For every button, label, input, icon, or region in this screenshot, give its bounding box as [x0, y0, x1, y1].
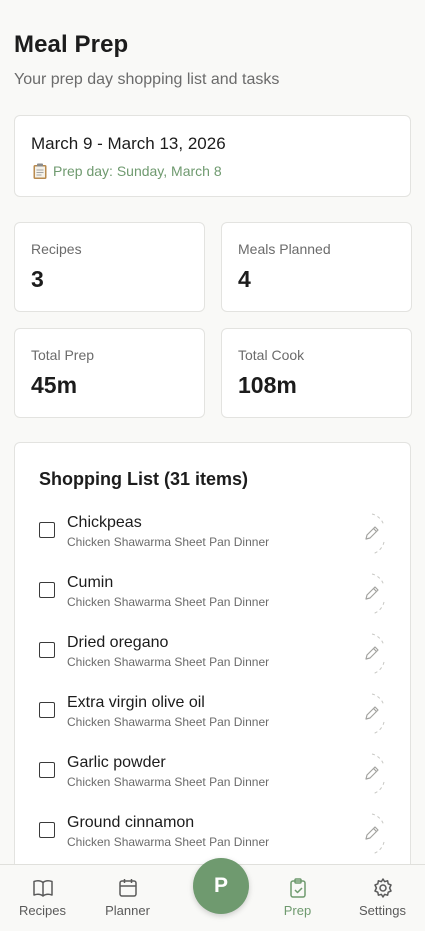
item-name: Ground cinnamon [67, 814, 195, 831]
stat-value: 3 [31, 266, 44, 292]
stat-label: Total Cook [238, 347, 305, 363]
pencil-icon[interactable] [358, 752, 386, 796]
page-subtitle: Your prep day shopping list and tasks [14, 71, 280, 88]
profile-fab-button[interactable]: P [193, 858, 249, 914]
week-card: March 9 - March 13, 2026 Prep day: Sunda… [14, 115, 411, 197]
item-checkbox[interactable] [39, 822, 55, 838]
stat-label: Meals Planned [238, 241, 331, 257]
nav-settings-label: Settings [359, 903, 406, 918]
item-text: Dried oregano Chicken Shawarma Sheet Pan… [67, 628, 269, 669]
pencil-icon[interactable] [358, 572, 386, 616]
shopping-list-title: Shopping List (31 items) [39, 469, 249, 489]
stat-value: 4 [238, 266, 251, 292]
book-icon [32, 877, 54, 899]
item-checkbox[interactable] [39, 582, 55, 598]
item-name: Dried oregano [67, 634, 169, 651]
stat-label: Total Prep [31, 347, 95, 363]
nav-prep[interactable]: Prep [255, 865, 340, 918]
item-text: Extra virgin olive oil Chicken Shawarma … [67, 688, 269, 729]
pencil-icon[interactable] [358, 632, 386, 676]
clipboard-check-icon [287, 877, 309, 899]
item-recipe: Chicken Shawarma Sheet Pan Dinner [67, 775, 270, 789]
nav-prep-label: Prep [283, 903, 312, 918]
list-item: Extra virgin olive oil Chicken Shawarma … [39, 688, 386, 748]
item-checkbox[interactable] [39, 522, 55, 538]
list-item: Garlic powder Chicken Shawarma Sheet Pan… [39, 748, 386, 808]
pencil-icon[interactable] [358, 812, 386, 856]
nav-planner-label: Planner [105, 903, 150, 918]
nav-settings[interactable]: Settings [340, 865, 425, 918]
item-text: Ground cinnamon Chicken Shawarma Sheet P… [67, 808, 269, 849]
stat-value: 45m [31, 372, 78, 398]
shopping-list-card: Shopping List (31 items) Chickpeas Chick… [14, 442, 411, 882]
item-name: Extra virgin olive oil [67, 694, 205, 711]
week-range: March 9 - March 13, 2026 [31, 134, 226, 153]
stat-recipes: Recipes 3 [14, 222, 205, 312]
nav-planner[interactable]: Planner [85, 865, 170, 918]
item-recipe: Chicken Shawarma Sheet Pan Dinner [67, 595, 270, 609]
item-text: Cumin Chicken Shawarma Sheet Pan Dinner [67, 568, 269, 609]
item-checkbox[interactable] [39, 642, 55, 658]
stat-value: 108m [238, 372, 297, 398]
prep-day: Prep day: Sunday, March 8 [31, 162, 394, 180]
clipboard-icon [31, 162, 49, 180]
item-recipe: Chicken Shawarma Sheet Pan Dinner [67, 715, 270, 729]
calendar-icon [117, 877, 139, 899]
item-checkbox[interactable] [39, 762, 55, 778]
list-item: Chickpeas Chicken Shawarma Sheet Pan Din… [39, 508, 386, 568]
list-item: Dried oregano Chicken Shawarma Sheet Pan… [39, 628, 386, 688]
prep-day-label: Prep day: Sunday, March 8 [53, 163, 222, 179]
pencil-icon[interactable] [358, 512, 386, 556]
list-item: Cumin Chicken Shawarma Sheet Pan Dinner [39, 568, 386, 628]
gear-icon [372, 877, 394, 899]
item-text: Chickpeas Chicken Shawarma Sheet Pan Din… [67, 508, 269, 549]
stat-total-cook: Total Cook 108m [221, 328, 412, 418]
nav-recipes[interactable]: Recipes [0, 865, 85, 918]
item-text: Garlic powder Chicken Shawarma Sheet Pan… [67, 748, 269, 789]
item-name: Cumin [67, 574, 114, 591]
pencil-icon[interactable] [358, 692, 386, 736]
page-title: Meal Prep [14, 31, 129, 58]
nav-recipes-label: Recipes [19, 903, 66, 918]
stats-grid: Recipes 3 Meals Planned 4 Total Prep 45m… [14, 222, 412, 418]
item-name: Garlic powder [67, 754, 166, 771]
item-checkbox[interactable] [39, 702, 55, 718]
item-recipe: Chicken Shawarma Sheet Pan Dinner [67, 655, 270, 669]
item-recipe: Chicken Shawarma Sheet Pan Dinner [67, 835, 270, 849]
stat-meals-planned: Meals Planned 4 [221, 222, 412, 312]
page: Meal Prep Your prep day shopping list an… [0, 0, 425, 882]
stat-total-prep: Total Prep 45m [14, 328, 205, 418]
item-recipe: Chicken Shawarma Sheet Pan Dinner [67, 535, 270, 549]
stat-label: Recipes [31, 241, 82, 257]
shopping-list: Chickpeas Chicken Shawarma Sheet Pan Din… [39, 508, 386, 868]
item-name: Chickpeas [67, 514, 142, 531]
